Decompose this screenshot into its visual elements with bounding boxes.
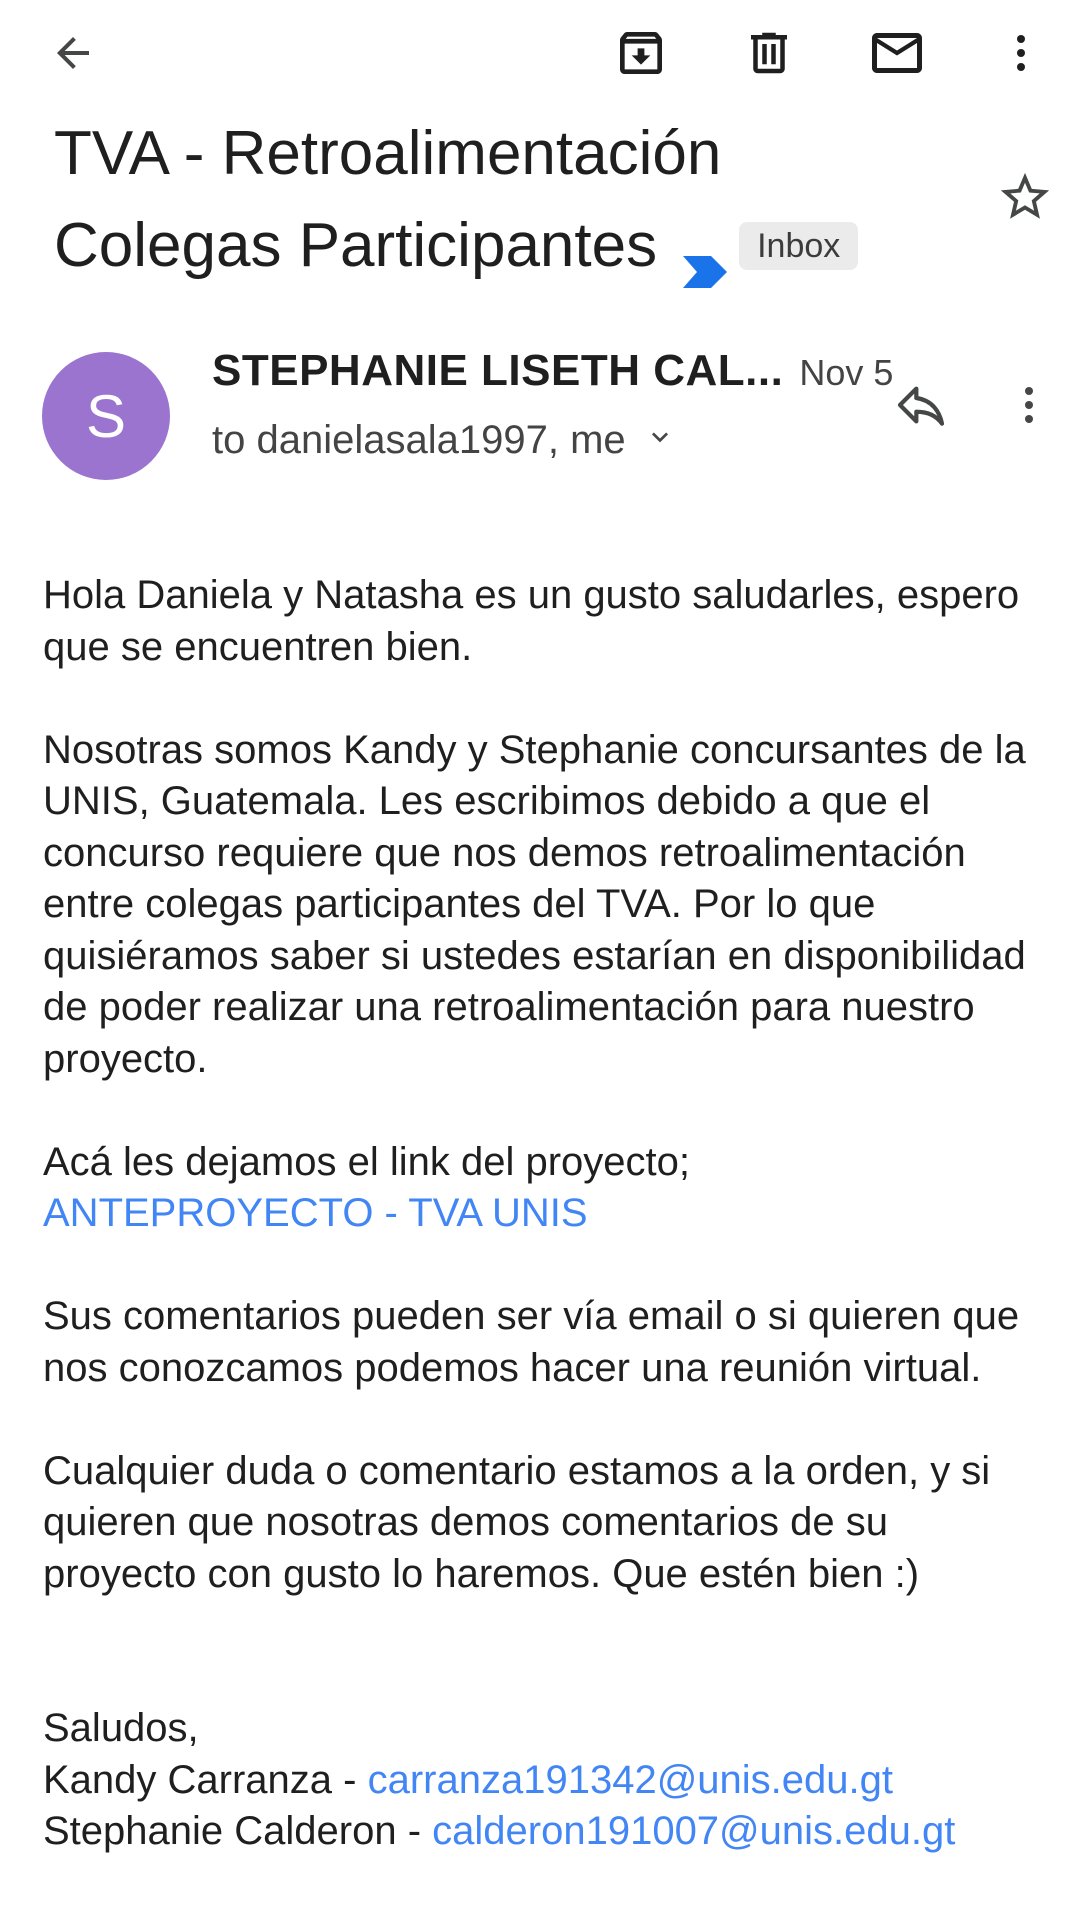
signature-greeting: Saludos, bbox=[43, 1706, 199, 1750]
message-more-button[interactable] bbox=[984, 360, 1074, 450]
mark-unread-button[interactable] bbox=[852, 8, 942, 98]
sender-name[interactable]: STEPHANIE LISETH CAL... bbox=[212, 346, 783, 396]
subject-line-1: TVA - Retroalimentación bbox=[54, 119, 722, 188]
more-options-button[interactable] bbox=[976, 8, 1066, 98]
link-intro-text: Acá les dejamos el link del proyecto; bbox=[43, 1139, 690, 1184]
chevron-down-icon bbox=[644, 418, 676, 463]
recipients-text: to danielasala1997, me bbox=[212, 418, 626, 462]
body-paragraph-comments: Sus comentarios pueden ser vía email o s… bbox=[43, 1294, 1020, 1390]
sender-avatar[interactable]: S bbox=[42, 352, 170, 480]
more-vert-icon bbox=[997, 29, 1045, 77]
star-button[interactable] bbox=[980, 152, 1070, 242]
reply-button[interactable] bbox=[876, 360, 966, 450]
recipients-toggle[interactable]: to danielasala1997, me bbox=[212, 418, 676, 463]
archive-icon bbox=[613, 25, 669, 81]
star-outline-icon bbox=[996, 168, 1054, 226]
more-vert-icon bbox=[1005, 381, 1053, 429]
project-link[interactable]: ANTEPROYECTO - TVA UNIS bbox=[43, 1191, 588, 1235]
body-paragraph-closing: Cualquier duda o comentario estamos a la… bbox=[43, 1448, 991, 1596]
important-label-icon[interactable] bbox=[683, 226, 729, 288]
arrow-back-icon bbox=[49, 29, 97, 77]
back-button[interactable] bbox=[28, 8, 118, 98]
email-subject: TVA - Retroalimentación Colegas Particip… bbox=[54, 108, 954, 292]
body-paragraph-intro: Nosotras somos Kandy y Stephanie concurs… bbox=[43, 727, 1026, 1081]
signature: Saludos, Kandy Carranza - carranza191342… bbox=[43, 1703, 1043, 1858]
archive-button[interactable] bbox=[596, 8, 686, 98]
email-link-1[interactable]: carranza191342@unis.edu.gt bbox=[368, 1758, 893, 1802]
email-link-2[interactable]: calderon191007@unis.edu.gt bbox=[432, 1809, 955, 1853]
inbox-label-chip[interactable]: Inbox bbox=[739, 222, 859, 270]
body-paragraph-greeting: Hola Daniela y Natasha es un gusto salud… bbox=[43, 573, 1020, 669]
body-paragraph-link: Acá les dejamos el link del proyecto; AN… bbox=[43, 1137, 1043, 1240]
sender-row: STEPHANIE LISETH CAL... Nov 5 bbox=[212, 346, 893, 396]
mail-icon bbox=[867, 23, 927, 83]
signature-name-1: Kandy Carranza - bbox=[43, 1757, 368, 1802]
reply-icon bbox=[893, 377, 949, 433]
email-body: Hola Daniela y Natasha es un gusto salud… bbox=[43, 570, 1043, 1909]
subject-line-2-row: Colegas Participantes Inbox bbox=[54, 200, 954, 292]
subject-line-2: Colegas Participantes bbox=[54, 211, 658, 280]
delete-button[interactable] bbox=[724, 8, 814, 98]
delete-icon bbox=[742, 26, 796, 80]
signature-name-2: Stephanie Calderon - bbox=[43, 1809, 433, 1853]
top-app-bar bbox=[0, 0, 1080, 110]
